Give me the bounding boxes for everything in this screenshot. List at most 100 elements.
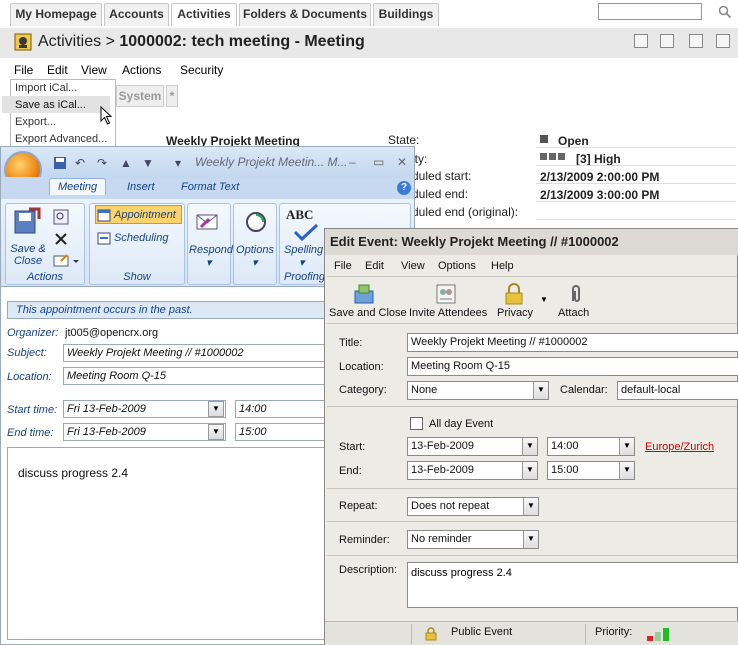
help-icon[interactable]: ? [397,181,411,195]
start-date-input[interactable]: Fri 13-Feb-2009 [63,400,226,418]
description-textarea[interactable]: discuss progress 2.4 [407,562,738,608]
tab-folders-documents[interactable]: Folders & Documents [239,3,371,26]
outlook-window-caption: Weekly Projekt Meetin... M... [195,155,348,169]
tab-activities[interactable]: Activities [171,3,237,26]
tab-buildings[interactable]: Buildings [373,3,439,26]
menu-file[interactable]: File [14,63,33,77]
undo-icon[interactable]: ↶ [73,156,87,170]
maximize-icon[interactable] [634,34,648,48]
menu-item-export[interactable]: Export... [15,116,56,128]
attach-button[interactable]: Attach [558,307,589,319]
divider [327,488,737,489]
subject-input[interactable]: Weekly Projekt Meeting // #1000002 [63,344,325,362]
priority-value: [3] High [576,152,621,166]
start-date-input[interactable]: 13-Feb-2009 [407,437,538,456]
next-item-icon[interactable]: ▼ [141,156,155,170]
layout-icon[interactable] [660,34,674,48]
repeat-dropdown-icon[interactable]: ▼ [523,498,538,515]
respond-icon[interactable] [195,209,221,235]
options-dropdown-icon[interactable]: ▾ [252,257,258,269]
category-select[interactable]: None [407,381,549,400]
invite-attendees-button[interactable]: Invite Attendees [409,307,487,319]
edit-menu-options[interactable]: Options [438,260,476,272]
close-icon[interactable]: ✕ [397,155,407,169]
paperclip-icon[interactable] [565,283,587,305]
appointment-label: Appointment [114,209,176,221]
start-time-label: Start time: [7,404,58,416]
tab-accounts[interactable]: Accounts [104,3,169,26]
spelling-button[interactable]: Spelling [284,244,323,256]
respond-button[interactable]: Respond [189,244,233,256]
mouse-cursor-icon [100,106,113,125]
edit-menu-edit[interactable]: Edit [365,260,384,272]
tab-my-homepage[interactable]: My Homepage [10,3,102,26]
menu-view[interactable]: View [81,63,107,77]
options-button[interactable]: Options [235,244,275,256]
save-close-icon[interactable] [353,283,375,305]
privacy-dropdown-icon[interactable]: ▼ [540,295,548,304]
scheduled-start-value: 2/13/2009 2:00:00 PM [540,170,660,184]
timezone-link[interactable]: Europe/Zurich [645,441,714,453]
save-close-icon[interactable] [13,207,41,235]
customize-toolbar-icon[interactable]: ▾ [171,156,185,170]
location-input[interactable]: Meeting Room Q-15 [63,367,325,385]
spelling-abc-icon[interactable]: ABC [286,208,313,221]
status-bar: Public Event Priority: [325,621,738,645]
redo-icon[interactable]: ↷ [95,156,109,170]
menu-item-import-ical[interactable]: Import iCal... [15,82,77,94]
tab-insert[interactable]: Insert [127,181,155,193]
menu-edit[interactable]: Edit [47,63,68,77]
subtab-system[interactable]: System [116,85,164,107]
previous-item-icon[interactable]: ▲ [119,156,133,170]
category-dropdown-icon[interactable]: ▼ [533,382,548,399]
title-input[interactable]: Weekly Projekt Meeting // #1000002 [407,333,738,352]
repeat-select[interactable]: Does not repeat [407,497,539,516]
end-date-input[interactable]: 13-Feb-2009 [407,461,538,480]
options-icon[interactable] [243,209,269,235]
restore-icon[interactable]: ▭ [373,155,384,169]
window-icon[interactable] [716,34,730,48]
privacy-lock-icon[interactable] [503,283,525,305]
print-icon[interactable] [689,34,703,48]
start-time-input[interactable]: 14:00 [235,400,325,418]
end-time-dropdown-icon[interactable]: ▼ [619,462,634,479]
view-icon[interactable] [53,209,69,225]
scheduled-start-label: duled start: [412,169,472,183]
end-date-dropdown-icon[interactable]: ▼ [208,424,224,440]
privacy-button[interactable]: Privacy [497,307,533,319]
edit-menu-view[interactable]: View [401,260,425,272]
menu-item-save-as-ical[interactable]: Save as iCal... [15,99,86,111]
reminder-select[interactable]: No reminder [407,530,539,549]
minimize-icon[interactable]: – [349,155,356,169]
search-input[interactable] [598,3,702,20]
location-input[interactable]: Meeting Room Q-15 [407,357,738,376]
reminder-dropdown-icon[interactable]: ▼ [523,531,538,548]
search-icon[interactable] [718,5,732,19]
calendar-select[interactable]: default-local [617,381,738,400]
edit-menu-help[interactable]: Help [491,260,514,272]
forward-icon[interactable] [53,253,79,269]
subtab-more[interactable]: * [166,85,178,107]
end-date-input[interactable]: Fri 13-Feb-2009 [63,423,226,441]
delete-icon[interactable] [53,231,69,247]
start-date-dropdown-icon[interactable]: ▼ [208,401,224,417]
save-close-button[interactable]: Save & Close [9,243,47,267]
menu-actions[interactable]: Actions [122,63,161,77]
tab-format-text[interactable]: Format Text [181,181,239,193]
all-day-checkbox[interactable] [410,417,423,430]
spelling-dropdown-icon[interactable]: ▾ [299,257,305,269]
start-time-dropdown-icon[interactable]: ▼ [619,438,634,455]
end-time-input[interactable]: 15:00 [235,423,325,441]
scheduled-end-value: 2/13/2009 3:00:00 PM [540,188,660,202]
save-icon[interactable] [53,156,67,170]
start-date-dropdown-icon[interactable]: ▼ [522,438,537,455]
scheduling-button[interactable]: Scheduling [114,232,168,244]
menu-security[interactable]: Security [180,63,223,77]
save-and-close-button[interactable]: Save and Close [329,307,407,319]
edit-menu-file[interactable]: File [334,260,352,272]
tab-meeting[interactable]: Meeting [49,178,107,195]
respond-dropdown-icon[interactable]: ▾ [206,257,212,269]
menu-item-export-advanced[interactable]: Export Advanced... [15,133,107,145]
end-date-dropdown-icon[interactable]: ▼ [522,462,537,479]
invite-attendees-icon[interactable] [435,283,457,305]
